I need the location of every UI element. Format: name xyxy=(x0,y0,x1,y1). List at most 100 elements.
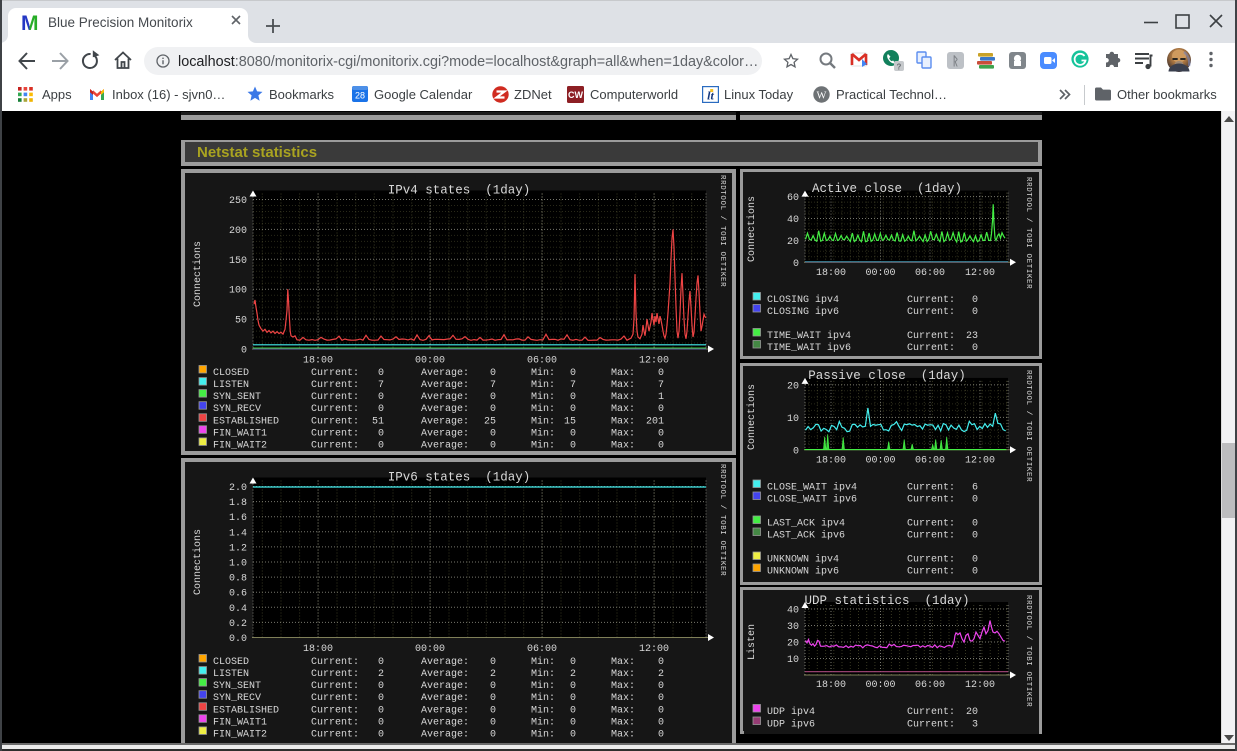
svg-text:0: 0 xyxy=(490,440,496,451)
svg-text:0: 0 xyxy=(972,295,978,306)
svg-text:0: 0 xyxy=(570,404,576,415)
svg-text:CLOSE_WAIT ipv4: CLOSE_WAIT ipv4 xyxy=(767,482,857,494)
svg-text:1.8: 1.8 xyxy=(229,498,247,509)
svg-text:23: 23 xyxy=(966,331,978,342)
svg-text:0: 0 xyxy=(972,343,978,354)
svg-text:0: 0 xyxy=(972,519,978,530)
svg-text:SYN_RECV: SYN_RECV xyxy=(213,404,261,415)
svg-text:Max:: Max: xyxy=(611,693,635,704)
svg-text:12:00: 12:00 xyxy=(639,356,669,367)
svg-text:Current:: Current: xyxy=(311,705,359,716)
svg-text:7: 7 xyxy=(490,380,496,391)
svg-text:IPv4 states (1day): IPv4 states (1day) xyxy=(388,184,531,198)
svg-text:IPv6 states (1day): IPv6 states (1day) xyxy=(388,471,531,485)
svg-text:28: 28 xyxy=(355,91,365,101)
svg-text:20: 20 xyxy=(787,639,799,650)
svg-text:UDP statistics (1day): UDP statistics (1day) xyxy=(804,594,969,608)
svg-text:SYN_SENT: SYN_SENT xyxy=(213,392,261,403)
svg-text:1.0: 1.0 xyxy=(229,559,247,570)
svg-text:CLOSING ipv6: CLOSING ipv6 xyxy=(767,306,839,318)
svg-text:Average:: Average: xyxy=(421,380,469,391)
svg-text:Connections: Connections xyxy=(746,196,758,262)
svg-text:7: 7 xyxy=(378,380,384,391)
svg-text:0: 0 xyxy=(972,495,978,506)
svg-text:Min:: Min: xyxy=(531,692,555,704)
svg-text:0: 0 xyxy=(490,717,496,728)
svg-text:Active close (1day): Active close (1day) xyxy=(812,182,962,196)
svg-text:0: 0 xyxy=(378,705,384,716)
svg-text:0: 0 xyxy=(490,693,496,704)
svg-text:7: 7 xyxy=(658,380,664,391)
svg-text:Min:: Min: xyxy=(531,704,555,716)
svg-text:0: 0 xyxy=(490,428,496,439)
svg-text:0: 0 xyxy=(378,681,384,692)
svg-text:Current:: Current: xyxy=(311,669,359,680)
svg-text:250: 250 xyxy=(229,196,247,207)
svg-text:0: 0 xyxy=(658,368,664,379)
svg-text:06:00: 06:00 xyxy=(527,644,557,655)
svg-text:Listen: Listen xyxy=(746,624,758,660)
svg-text:200: 200 xyxy=(229,226,247,237)
svg-text:2: 2 xyxy=(570,669,576,680)
svg-text:LAST_ACK ipv6: LAST_ACK ipv6 xyxy=(767,530,845,542)
svg-text:UDP ipv4: UDP ipv4 xyxy=(767,706,815,718)
svg-text:Current:: Current: xyxy=(907,483,955,494)
svg-text:00:00: 00:00 xyxy=(415,356,445,367)
svg-text:0: 0 xyxy=(378,428,384,439)
svg-text:12:00: 12:00 xyxy=(639,644,669,655)
svg-text:0: 0 xyxy=(658,729,664,740)
svg-text:Max:: Max: xyxy=(611,428,635,439)
svg-text:Average:: Average: xyxy=(421,705,469,716)
svg-text:0: 0 xyxy=(241,346,247,357)
svg-text:150: 150 xyxy=(229,256,247,267)
svg-text:Max:: Max: xyxy=(611,681,635,692)
svg-text:UNKNOWN ipv6: UNKNOWN ipv6 xyxy=(767,566,839,578)
svg-text:Min:: Min: xyxy=(531,367,555,379)
svg-text:0: 0 xyxy=(378,729,384,740)
svg-text:W: W xyxy=(817,90,827,101)
svg-text:Current:: Current: xyxy=(311,392,359,403)
svg-text:RRDTOOL / TOBI OETIKER: RRDTOOL / TOBI OETIKER xyxy=(1024,370,1032,482)
svg-text:00:00: 00:00 xyxy=(865,268,895,279)
svg-text:Min:: Min: xyxy=(531,439,555,451)
svg-text:Connections: Connections xyxy=(192,529,204,595)
svg-text:Current:: Current: xyxy=(311,657,359,668)
svg-text:2: 2 xyxy=(658,669,664,680)
svg-text:0: 0 xyxy=(793,259,799,270)
svg-text:20: 20 xyxy=(787,381,799,392)
svg-text:201: 201 xyxy=(646,416,664,427)
svg-text:25: 25 xyxy=(484,416,496,427)
svg-text:Min:: Min: xyxy=(531,728,555,740)
svg-text:Current:: Current: xyxy=(311,717,359,728)
svg-text:0: 0 xyxy=(972,567,978,578)
svg-text:Current:: Current: xyxy=(907,343,955,354)
svg-text:Max:: Max: xyxy=(611,729,635,740)
svg-text:Average:: Average: xyxy=(421,657,469,668)
svg-text:100: 100 xyxy=(229,286,247,297)
svg-text:Average:: Average: xyxy=(421,717,469,728)
svg-text:18:00: 18:00 xyxy=(303,356,333,367)
svg-text:Current:: Current: xyxy=(311,681,359,692)
svg-text:0: 0 xyxy=(658,657,664,668)
svg-text:LAST_ACK ipv4: LAST_ACK ipv4 xyxy=(767,518,845,530)
svg-text:0.4: 0.4 xyxy=(229,604,247,615)
svg-text:Current:: Current: xyxy=(907,567,955,578)
svg-text:0: 0 xyxy=(658,681,664,692)
svg-text:Connections: Connections xyxy=(746,384,758,450)
svg-text:Max:: Max: xyxy=(611,440,635,451)
svg-text:RRDTOOL / TOBI OETIKER: RRDTOOL / TOBI OETIKER xyxy=(1024,177,1032,289)
svg-text:ESTABLISHED: ESTABLISHED xyxy=(213,416,279,427)
svg-text:Current:: Current: xyxy=(907,519,955,530)
svg-text:CLOSE_WAIT ipv6: CLOSE_WAIT ipv6 xyxy=(767,494,857,506)
svg-text:Max:: Max: xyxy=(611,380,635,391)
svg-text:40: 40 xyxy=(787,215,799,226)
svg-text:0.8: 0.8 xyxy=(229,574,247,585)
svg-text:CLOSED: CLOSED xyxy=(213,368,249,379)
svg-text:SYN_RECV: SYN_RECV xyxy=(213,693,261,704)
svg-text:0: 0 xyxy=(658,404,664,415)
svg-text:Average:: Average: xyxy=(421,392,469,403)
svg-text:7: 7 xyxy=(570,380,576,391)
svg-text:LISTEN: LISTEN xyxy=(213,380,249,391)
svg-text:0: 0 xyxy=(378,368,384,379)
svg-text:20: 20 xyxy=(787,237,799,248)
